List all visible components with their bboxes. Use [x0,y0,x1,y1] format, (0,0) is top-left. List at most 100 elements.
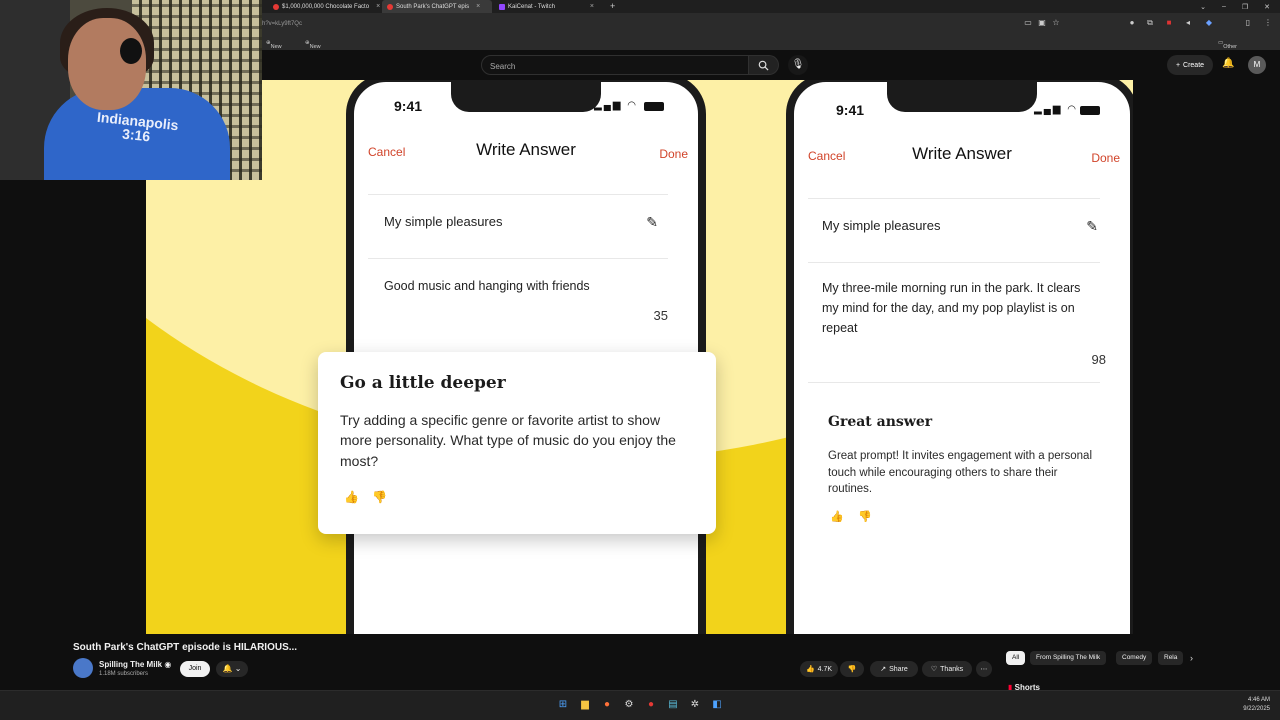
tab-title: KaiCenat - Twitch [508,3,555,10]
chip-from-channel[interactable]: From Spilling The Milk [1030,651,1107,665]
gear-app-icon[interactable]: ✲ [688,698,702,712]
windows-start-icon[interactable]: ⊞ [556,698,570,712]
answer-text: Good music and hanging with friends [384,279,590,293]
more-actions-button[interactable]: ⋯ [976,661,992,677]
divider [808,198,1100,199]
subscription-bell-button[interactable]: 🔔 ⌄ [216,661,248,677]
card-body: Try adding a specific genre or favorite … [340,412,676,469]
tab-south-park[interactable]: South Park's ChatGPT epis × [382,0,492,13]
signal-wifi-icon: ▂▄▆ ◠ [1034,104,1078,115]
status-time: 9:41 [394,98,423,114]
app-red-icon[interactable]: ● [644,698,658,712]
microphone-icon: 🎙 [791,59,805,70]
chip-related[interactable]: Rela [1158,651,1184,665]
feedback-title: Great answer [828,414,933,430]
divider [808,262,1100,263]
audio-extension-icon[interactable]: ◂ [1184,19,1192,27]
create-button[interactable]: + Create [1167,55,1213,75]
cancel-button: Cancel [808,149,846,163]
divider [368,258,668,259]
install-app-icon[interactable]: ▣ [1038,19,1046,27]
firefox-icon[interactable]: ● [600,698,614,712]
answer-text: My three-mile morning run in the park. I… [822,281,1081,335]
share-button[interactable]: ↗ Share [870,661,918,677]
feedback-body: Great prompt! It invites engagement with… [828,450,1093,496]
thanks-icon: ♡ [930,666,938,673]
status-time: 9:41 [836,102,865,118]
character-count: 98 [1091,352,1106,367]
tab-kaicenat-twitch[interactable]: KaiCenat - Twitch × [494,0,606,13]
verified-icon: ◉ [164,660,172,669]
adblock-extension-icon[interactable]: ■ [1165,19,1173,27]
new-tab-button[interactable]: + [610,0,615,13]
sidebar-icon[interactable]: ▯ [1244,19,1252,27]
close-tab-icon[interactable]: × [476,3,480,10]
youtube-favicon-icon [387,3,393,10]
search-input[interactable]: Search [481,55,749,75]
tab-chocolate-factory[interactable]: $1,000,000,000 Chocolate Facto × [268,0,380,13]
puzzle-extension-icon[interactable]: ⧉ [1146,19,1154,27]
youtube-favicon-icon [273,3,279,10]
join-button[interactable]: Join [180,661,210,677]
pencil-icon: ✎ [646,214,658,230]
system-clock[interactable]: 4:46 AM 9/22/2025 [1243,696,1270,714]
dislike-button[interactable]: 👎 [840,661,864,677]
done-button: Done [659,147,688,161]
minimize-icon[interactable]: – [1222,3,1226,10]
feedback-card: Go a little deeper Try adding a specific… [318,352,716,534]
bookmark-new-tab[interactable]: ⊕ New Tab [266,40,282,56]
cast-icon[interactable]: ▭ [1024,19,1032,27]
screen-title: Write Answer [476,140,576,159]
prompt-field: My simple pleasures [384,214,503,229]
card-title: Go a little deeper [340,373,506,393]
voice-search-button[interactable]: 🎙 [788,55,808,75]
account-avatar[interactable]: M [1248,56,1266,74]
notifications-bell-icon[interactable]: 🔔 [1222,58,1234,69]
notepad-icon[interactable]: ▤ [666,698,680,712]
thumbs-down-icon: 👎 [372,490,387,504]
divider [368,194,668,195]
thanks-button[interactable]: ♡ Thanks [922,661,972,677]
search-icon [758,60,769,71]
menu-dots-icon[interactable]: ⋮ [1264,19,1272,27]
webcam-overlay: Indianapolis 3:16 [0,0,262,180]
close-tab-icon[interactable]: × [376,3,380,10]
settings-gear-icon[interactable]: ⚙ [622,698,636,712]
twitch-favicon-icon [499,3,505,10]
chip-all[interactable]: All [1006,651,1026,665]
bookmark-new-tab-2[interactable]: ⊕ New Tab [305,40,321,56]
thumbs-down-icon: 👎 [847,666,857,673]
windows-taskbar: ⊞ ▆ ● ⚙ ● ▤ ✲ ◧ 4:46 AM 9/22/2025 [0,690,1280,720]
url-text[interactable]: h?v=kLy9ft7Qc [262,21,302,27]
search-button[interactable] [749,55,779,75]
restore-icon[interactable]: ❐ [1242,3,1248,11]
extension-icon[interactable]: ● [1128,19,1136,27]
file-explorer-icon[interactable]: ▆ [578,698,592,712]
channel-avatar[interactable] [73,658,93,678]
bookmark-star-icon[interactable]: ☆ [1052,19,1060,27]
tab-list-chevron-icon[interactable]: ⌄ [1200,3,1206,11]
close-tab-icon[interactable]: × [590,3,594,10]
chip-comedy[interactable]: Comedy [1116,651,1153,665]
other-bookmarks[interactable]: ▭ Other Bookmarks [1218,40,1251,56]
code-editor-icon[interactable]: ◧ [710,698,724,712]
thumbs-down-icon: 👎 [858,511,872,523]
phone-notch [887,82,1037,112]
nav-row: Write Answer Cancel Done [794,144,1130,170]
divider [808,382,1100,383]
bell-icon: 🔔 [222,664,233,673]
thumbs-up-icon: 👍 [344,490,359,504]
shield-extension-icon[interactable]: ◆ [1205,19,1213,27]
channel-name[interactable]: Spilling The Milk ◉ [99,660,171,669]
video-player[interactable]: 9:41 ▂▄▆ ◠ Write Answer Cancel Done My s… [146,80,1133,634]
done-button: Done [1091,151,1120,165]
close-window-icon[interactable]: ✕ [1264,3,1270,11]
pencil-icon: ✎ [1086,218,1098,234]
prompt-field: My simple pleasures [822,218,941,233]
cancel-button: Cancel [368,145,406,159]
like-button[interactable]: 👍 4.7K [800,661,838,677]
chevron-right-icon[interactable]: › [1190,653,1193,663]
video-info: South Park's ChatGPT episode is HILARIOU… [0,634,1280,692]
screen: $1,000,000,000 Chocolate Facto × South P… [0,0,1280,720]
battery-icon [644,102,664,111]
